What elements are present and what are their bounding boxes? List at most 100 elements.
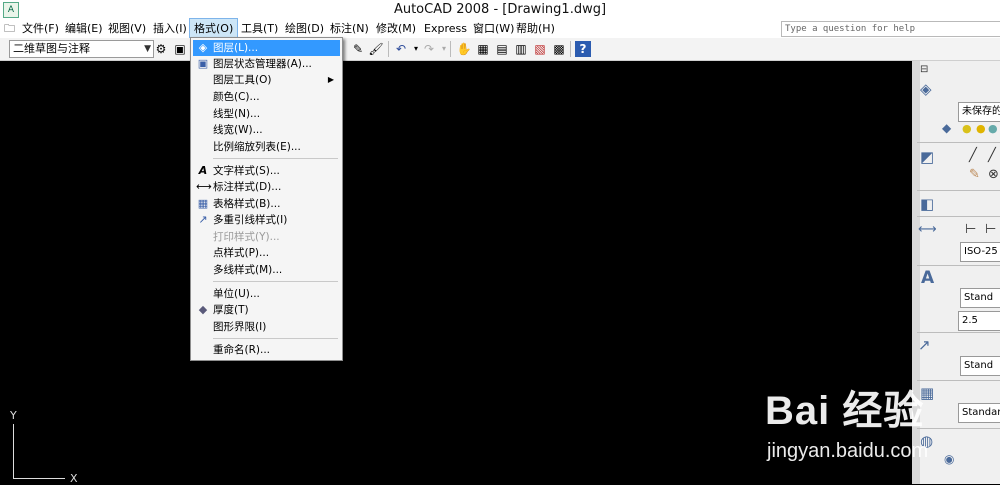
redo-icon[interactable]: ↷ (421, 41, 437, 57)
undo-icon[interactable]: ↶ (393, 41, 409, 57)
lightbulb-icon[interactable]: ● (962, 122, 972, 135)
navigate-icon[interactable]: ◉ (944, 452, 954, 466)
divider (917, 265, 1000, 266)
workspace-settings-icon[interactable]: ⚙ (153, 41, 169, 57)
divider (917, 190, 1000, 191)
menu-item-layer[interactable]: ◈ 图层(L)... (193, 40, 340, 56)
menu-help[interactable]: 帮助(H) (512, 19, 559, 38)
menu-express[interactable]: Express (420, 19, 471, 38)
menu-view[interactable]: 视图(V) (104, 19, 150, 38)
properties-icon[interactable]: ▦ (475, 41, 491, 57)
polyline-icon[interactable]: ╱ (988, 148, 996, 163)
menu-separator (213, 338, 338, 339)
menu-insert[interactable]: 插入(I) (149, 19, 191, 38)
menu-item-point-style[interactable]: 点样式(P)... (193, 245, 340, 261)
thickness-icon: ◆ (198, 303, 208, 316)
ucs-x-axis (13, 478, 65, 479)
menu-separator (213, 281, 338, 282)
menu-item-layer-states-manager[interactable]: ▣ 图层状态管理器(A)... (193, 56, 340, 72)
dim-style-icon: ⟷ (196, 180, 212, 193)
2d-draw-panel-icon[interactable]: ◩ (920, 148, 934, 166)
menu-item-scale-list[interactable]: 比例缩放列表(E)... (193, 139, 340, 155)
divider (917, 380, 1000, 381)
workspace-select[interactable]: 二维草图与注释 ▼ (9, 40, 154, 58)
baidu-watermark-logo: Bai 经验 (765, 389, 925, 433)
menu-dimension[interactable]: 标注(N) (326, 19, 373, 38)
matchprop-icon[interactable]: ✎ (350, 41, 366, 57)
layer-state-icon: ▣ (197, 57, 209, 70)
layers-icon: ◈ (198, 41, 208, 54)
dim-style-field[interactable]: ISO-25 (960, 242, 1000, 262)
menu-item-table-style[interactable]: ▦ 表格样式(B)... (193, 196, 340, 212)
menu-format[interactable]: 格式(O) (188, 18, 239, 39)
menu-file[interactable]: 文件(F) (18, 19, 63, 38)
text-style-icon: A (198, 164, 208, 177)
mleader-style-icon: ↗ (198, 213, 208, 226)
menu-item-linetype[interactable]: 线型(N)... (193, 106, 340, 122)
mleader-style-field[interactable]: Stand (960, 356, 1000, 376)
sheetset-icon[interactable]: ▧ (532, 41, 548, 57)
menu-item-plot-style: 打印样式(Y)... (213, 231, 280, 243)
layer-state-field[interactable]: 未保存的 (958, 102, 1000, 122)
menu-item-rename[interactable]: 重命名(R)... (193, 342, 340, 358)
mleader-panel-icon[interactable]: ↗ (918, 336, 931, 354)
workspace-value: 二维草图与注释 (13, 42, 90, 55)
chevron-down-icon: ▼ (144, 44, 151, 54)
menu-item-drawing-limits[interactable]: 图形界限(I) (193, 319, 340, 335)
calculator-icon[interactable]: ▩ (551, 41, 567, 57)
collapse-icon[interactable]: ⊟ (920, 64, 928, 75)
divider (917, 428, 1000, 429)
baidu-watermark-url: jingyan.baidu.com (767, 440, 929, 462)
divider (917, 332, 1000, 333)
ucs-y-axis (13, 424, 14, 479)
submenu-arrow-icon: ▶ (327, 75, 334, 84)
workspace-save-icon[interactable]: ▣ (172, 41, 188, 57)
menu-tools[interactable]: 工具(T) (237, 19, 282, 38)
toolbar-separator (388, 41, 389, 57)
toolpalette-icon[interactable]: ▥ (513, 41, 529, 57)
line-icon[interactable]: ╱ (969, 148, 977, 163)
menu-item-multileader-style[interactable]: ↗ 多重引线样式(I) (193, 212, 340, 228)
menu-draw[interactable]: 绘图(D) (281, 19, 328, 38)
circle-icon[interactable]: ⊗ (988, 167, 999, 182)
help-search-input[interactable]: Type a question for help (781, 21, 1000, 37)
brush-icon[interactable]: 🖌 (368, 41, 384, 57)
aligned-dim-icon[interactable]: ⊢ (985, 222, 996, 237)
menu-item-units[interactable]: 单位(U)... (193, 286, 340, 302)
designcenter-icon[interactable]: ▤ (494, 41, 510, 57)
table-style-icon: ▦ (197, 197, 209, 210)
text-height-field[interactable]: 2.5 (958, 311, 1000, 331)
menu-modify[interactable]: 修改(M) (372, 19, 420, 38)
linear-dim-icon[interactable]: ⊢ (965, 222, 976, 237)
layers-panel-icon[interactable]: ◈ (920, 80, 932, 98)
window-title: AutoCAD 2008 - [Drawing1.dwg] (393, 2, 607, 17)
modify-panel-icon[interactable]: ◧ (920, 195, 934, 213)
lock-icon[interactable]: ● (988, 122, 998, 135)
text-style-field[interactable]: Stand (960, 288, 1000, 308)
menu-item-multiline-style[interactable]: 多线样式(M)... (193, 262, 340, 278)
menu-separator (213, 158, 338, 159)
menu-item-lineweight[interactable]: 线宽(W)... (193, 122, 340, 138)
menu-item-layer-tools[interactable]: 图层工具(O) ▶ (193, 72, 340, 88)
menu-item-color[interactable]: 颜色(C)... (193, 89, 340, 105)
pan-icon[interactable]: ✋ (456, 41, 472, 57)
table-style-field[interactable]: Standard (958, 403, 1000, 423)
sun-icon[interactable]: ● (976, 122, 986, 135)
ucs-x-label: X (70, 472, 78, 485)
menu-file-icon[interactable]: 🗀 (0, 19, 19, 38)
toolbar-separator (570, 41, 571, 57)
format-dropdown-menu: ◈ 图层(L)... ▣ 图层状态管理器(A)... 图层工具(O) ▶ 颜色(… (190, 37, 343, 361)
menu-item-text-style[interactable]: A 文字样式(S)... (193, 163, 340, 179)
divider (917, 216, 1000, 217)
dimension-panel-icon[interactable]: ⟷ (918, 222, 937, 237)
toolbar-separator (450, 41, 451, 57)
divider (917, 142, 1000, 143)
menu-item-thickness[interactable]: ◆ 厚度(T) (193, 302, 340, 318)
menu-item-dimension-style[interactable]: ⟷ 标注样式(D)... (193, 179, 340, 195)
text-panel-icon[interactable]: A (921, 268, 934, 288)
menu-edit[interactable]: 编辑(E) (61, 19, 107, 38)
ucs-y-label: Y (10, 409, 17, 422)
help-icon[interactable]: ? (575, 41, 591, 57)
pencil-icon[interactable]: ✎ (969, 167, 980, 182)
layer-icon[interactable]: ◆ (942, 121, 951, 135)
